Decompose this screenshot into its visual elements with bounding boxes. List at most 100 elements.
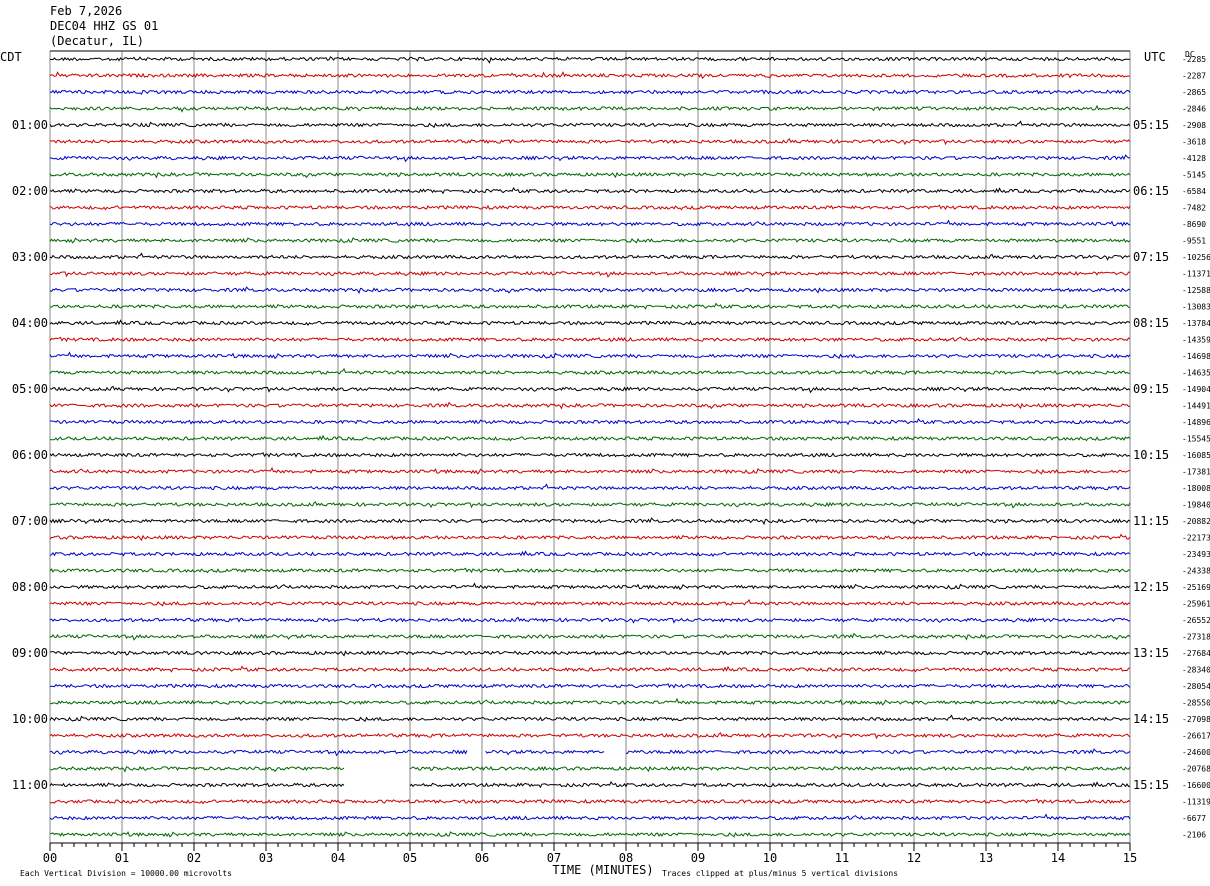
time-axis-tick-label: 05 [403, 851, 417, 865]
utc-hour-label: 08:15 [1133, 316, 1169, 330]
seismic-trace-line [49, 765, 1131, 773]
trace-offset-label: -8690 [1182, 220, 1206, 229]
seismic-trace-line [49, 550, 1131, 558]
cdt-hour-label: 08:00 [12, 580, 48, 594]
trace-offset-label: -27098 [1182, 715, 1210, 724]
cdt-hour-label: 02:00 [12, 184, 48, 198]
trace-offset-label: -14904 [1182, 385, 1210, 394]
trace-offset-label: -14698 [1182, 352, 1210, 361]
cdt-hour-label: 09:00 [12, 646, 48, 660]
seismic-trace-line [49, 683, 1131, 689]
seismic-trace-line [49, 434, 1131, 442]
cdt-hour-label: 03:00 [12, 250, 48, 264]
seismic-trace-line [49, 517, 1131, 526]
seismic-trace-line [49, 385, 1131, 394]
utc-hour-label: 14:15 [1133, 712, 1169, 726]
seismic-trace-line [49, 650, 1131, 657]
utc-hour-label: 06:15 [1133, 184, 1169, 198]
right-timezone-label: UTC [1144, 50, 1166, 64]
time-axis-tick-label: 13 [979, 851, 993, 865]
trace-offset-label: -6584 [1182, 187, 1206, 196]
vertical-division-note: Each Vertical Division = 10000.00 microv… [20, 869, 232, 878]
trace-offset-label: -2287 [1182, 72, 1206, 81]
time-axis-tick-label: 02 [187, 851, 201, 865]
trace-offset-label: -2106 [1182, 831, 1206, 840]
seismic-trace-line [49, 401, 1131, 410]
cdt-hour-label: 05:00 [12, 382, 48, 396]
utc-hour-label: 05:15 [1133, 118, 1169, 132]
time-axis-tick-label: 03 [259, 851, 273, 865]
trace-offset-label: -18008 [1182, 484, 1210, 493]
trace-offset-label: -23493 [1182, 550, 1210, 559]
seismic-trace-line [49, 120, 1131, 129]
seismic-trace-line [49, 483, 1131, 491]
seismic-trace-line [49, 252, 1131, 261]
utc-hour-label: 07:15 [1133, 250, 1169, 264]
time-axis-title: TIME (MINUTES) [552, 863, 653, 877]
seismic-trace-line [49, 154, 1130, 163]
trace-offset-label: -28340 [1182, 666, 1210, 675]
seismic-trace-line [49, 319, 1131, 327]
seismic-trace-line [49, 204, 1131, 211]
seismic-trace-line [49, 187, 1131, 195]
trace-offset-label: -2865 [1182, 88, 1206, 97]
time-axis-tick-label: 14 [1051, 851, 1065, 865]
trace-offset-label: -11319 [1182, 798, 1210, 807]
cdt-hour-label: 06:00 [12, 448, 48, 462]
seismic-trace-line [49, 466, 1131, 475]
seismic-trace-line [49, 748, 1131, 757]
utc-hour-label: 15:15 [1133, 778, 1169, 792]
seismic-traces [49, 56, 1131, 838]
helicorder-plot: -2285-2287-2865-2846-2908-3618-4128-5145… [0, 50, 1210, 878]
trace-offset-label: -2846 [1182, 105, 1206, 114]
cdt-hour-label: 01:00 [12, 118, 48, 132]
trace-offset-label: -14359 [1182, 336, 1210, 345]
seismic-trace-line [49, 616, 1131, 624]
offset-column-label: DC [1185, 50, 1195, 59]
seismic-trace-line [49, 582, 1131, 591]
cdt-hour-label: 11:00 [12, 778, 48, 792]
utc-hour-label: 12:15 [1133, 580, 1169, 594]
trace-offset-label: -2908 [1182, 121, 1206, 130]
trace-offset-label: -17381 [1182, 468, 1210, 477]
seismic-trace-line [49, 104, 1131, 113]
seismic-trace-line [49, 171, 1131, 179]
seismic-trace-line [49, 452, 1131, 458]
trace-offset-label: -24338 [1182, 567, 1210, 576]
seismic-trace-line [49, 302, 1131, 310]
seismic-trace-line [49, 367, 1131, 376]
utc-hour-label: 13:15 [1133, 646, 1169, 660]
time-axis-tick-label: 04 [331, 851, 345, 865]
cdt-hour-label: 07:00 [12, 514, 48, 528]
trace-offset-label: -3618 [1182, 138, 1206, 147]
seismic-trace-line [49, 501, 1131, 509]
trace-offset-label: -9551 [1182, 237, 1206, 246]
seismic-trace-line [49, 831, 1131, 838]
trace-offset-label: -28054 [1182, 682, 1210, 691]
trace-offset-label: -20882 [1182, 517, 1210, 526]
left-timezone-label: CDT [0, 50, 22, 64]
seismic-trace-line [49, 56, 1131, 64]
utc-hour-label: 10:15 [1133, 448, 1169, 462]
trace-offset-label: -5145 [1182, 171, 1206, 180]
time-axis-tick-label: 09 [691, 851, 705, 865]
seismic-trace-line [49, 286, 1131, 295]
utc-hour-label: 11:15 [1133, 514, 1169, 528]
seismic-trace-line [49, 219, 1131, 227]
trace-offset-label: -15545 [1182, 435, 1210, 444]
trace-offset-label: -14635 [1182, 369, 1210, 378]
trace-offset-label: -14491 [1182, 402, 1210, 411]
trace-offset-label: -27318 [1182, 633, 1210, 642]
seismic-trace-line [49, 714, 1131, 723]
seismic-trace-line [49, 598, 1131, 607]
seismic-trace-line [49, 138, 1131, 146]
trace-offset-label: -26552 [1182, 616, 1210, 625]
time-axis-tick-label: 06 [475, 851, 489, 865]
trace-offset-label: -7482 [1182, 204, 1206, 213]
seismic-trace-line [49, 813, 1131, 821]
cdt-hour-label: 04:00 [12, 316, 48, 330]
time-axis-tick-label: 01 [115, 851, 129, 865]
trace-offset-label: -11371 [1182, 270, 1210, 279]
clipping-note: Traces clipped at plus/minus 5 vertical … [662, 869, 898, 878]
plot-axes [49, 50, 1131, 851]
